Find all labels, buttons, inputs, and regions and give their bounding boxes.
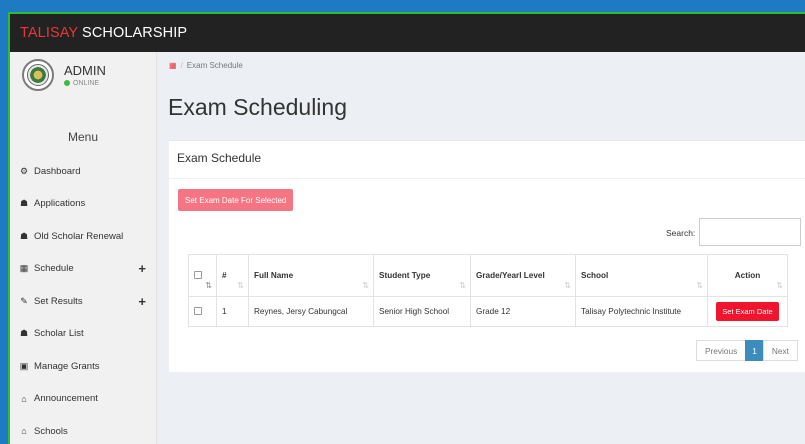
column-header-grade-level[interactable]: Grade/Yearl Level ⇅ [470, 254, 576, 297]
row-number: 1 [216, 296, 249, 327]
search-label: Search: [666, 228, 696, 238]
sidebar-item-label: Schools [34, 425, 68, 437]
box-title: Exam Schedule [177, 151, 262, 165]
sort-icon[interactable]: ⇅ [564, 281, 571, 290]
row-grade: Grade 12 [470, 296, 576, 327]
home-icon: ⌂ [21, 393, 27, 404]
row-action-cell: Set Exam Date [707, 296, 788, 327]
search-input[interactable] [699, 218, 801, 246]
money-icon: ▣ [19, 360, 29, 371]
seal-icon [27, 63, 49, 86]
sort-icon[interactable]: ⇅ [459, 281, 466, 290]
column-header-action[interactable]: Action ⇅ [707, 254, 788, 297]
row-select-cell [188, 296, 217, 327]
menu-header: Menu [67, 130, 99, 144]
sidebar-item-schools[interactable]: ⌂ Schools [10, 415, 156, 444]
row-checkbox[interactable] [194, 306, 202, 315]
column-header-school[interactable]: School ⇅ [575, 254, 708, 297]
online-dot-icon [64, 80, 70, 86]
user-name: ADMIN [64, 62, 106, 78]
top-navbar: TALISAY SCHOLARSHIP [10, 14, 805, 52]
plus-icon[interactable]: + [138, 261, 146, 276]
sort-icon[interactable]: ⇅ [205, 281, 212, 290]
row-school: Talisay Polytechnic Institute [575, 296, 708, 327]
sidebar-item-label: Applications [34, 198, 86, 210]
select-all-header[interactable]: ⇅ [188, 254, 217, 297]
set-exam-date-selected-button[interactable]: Set Exam Date For Selected [178, 189, 294, 211]
sidebar-item-label: Dashboard [34, 165, 81, 177]
sort-icon[interactable]: ⇅ [776, 281, 783, 290]
breadcrumb-current: Exam Schedule [186, 61, 243, 70]
users-icon: ☗ [19, 230, 29, 241]
page-title: Exam Scheduling [168, 94, 347, 120]
sidebar-item-dashboard[interactable]: ⚙ Dashboard [10, 155, 156, 188]
pagination-previous[interactable]: Previous [696, 340, 747, 361]
user-status: ONLINE [64, 80, 106, 87]
plus-icon[interactable]: + [138, 294, 146, 309]
breadcrumb: ▦ / Exam Schedule [169, 61, 243, 70]
table-header-row: ⇅ # ⇅ Full Name ⇅ Student Type ⇅ Grade/Year… [188, 254, 788, 297]
user-status-label: ONLINE [73, 79, 100, 87]
table-row: 1 Reynes, Jersy Cabungcal Senior High Sc… [188, 296, 788, 327]
sidebar: ADMIN ONLINE Menu ⚙ Dashboard ☗ Applicat… [10, 52, 157, 444]
sidebar-item-label: Announcement [34, 393, 98, 405]
pagination-next[interactable]: Next [762, 340, 798, 361]
sidebar-item-schedule[interactable]: ▦ Schedule + [10, 253, 156, 286]
column-header-student-type[interactable]: Student Type ⇅ [373, 254, 471, 297]
sidebar-item-manage-grants[interactable]: ▣ Manage Grants [10, 350, 156, 383]
dashboard-icon: ⚙ [19, 165, 29, 176]
sidebar-item-label: Set Results [34, 295, 83, 307]
row-full-name: Reynes, Jersy Cabungcal [248, 296, 374, 327]
select-all-checkbox[interactable] [194, 270, 202, 279]
sidebar-item-label: Scholar List [34, 328, 84, 340]
sort-icon[interactable]: ⇅ [696, 281, 703, 290]
sidebar-item-scholar-list[interactable]: ☗ Scholar List [10, 318, 156, 351]
brand-accent: TALISAY [20, 25, 78, 41]
user-info: ADMIN ONLINE [64, 63, 106, 87]
brand-logo[interactable]: TALISAY SCHOLARSHIP [20, 25, 187, 41]
sidebar-item-label: Schedule [34, 263, 74, 275]
divider [169, 178, 805, 179]
home-icon: ⌂ [21, 426, 27, 437]
users-icon: ☗ [19, 198, 29, 209]
calendar-icon[interactable]: ▦ [169, 61, 177, 70]
pagination-page-current[interactable]: 1 [745, 340, 764, 361]
app-window: TALISAY SCHOLARSHIP ADMIN ONLINE Menu ⚙ … [8, 12, 805, 444]
user-panel: ADMIN ONLINE [10, 52, 156, 97]
sort-icon[interactable]: ⇅ [362, 281, 369, 290]
sort-icon[interactable]: ⇅ [237, 281, 244, 290]
column-header-number[interactable]: # ⇅ [216, 254, 249, 297]
column-header-full-name[interactable]: Full Name ⇅ [248, 254, 374, 297]
avatar [22, 58, 54, 91]
sidebar-item-old-scholar-renewal[interactable]: ☗ Old Scholar Renewal [10, 220, 156, 253]
set-exam-date-button[interactable]: Set Exam Date [716, 302, 779, 321]
exam-schedule-table: ⇅ # ⇅ Full Name ⇅ Student Type ⇅ Grade/Year… [188, 254, 788, 327]
pencil-icon: ✎ [20, 295, 28, 306]
sidebar-item-label: Old Scholar Renewal [34, 230, 124, 242]
users-icon: ☗ [19, 328, 29, 339]
breadcrumb-separator: / [180, 61, 183, 70]
main-content: ▦ / Exam Schedule Exam Scheduling Exam S… [157, 52, 805, 444]
sidebar-item-applications[interactable]: ☗ Applications [10, 188, 156, 221]
pagination: Previous 1 Next [696, 340, 798, 361]
sidebar-item-label: Manage Grants [34, 360, 100, 372]
row-student-type: Senior High School [373, 296, 471, 327]
sidebar-item-announcement[interactable]: ⌂ Announcement [10, 383, 156, 416]
calendar-icon: ▦ [19, 263, 29, 274]
brand-rest: SCHOLARSHIP [77, 25, 188, 41]
sidebar-item-set-results[interactable]: ✎ Set Results + [10, 285, 156, 318]
exam-schedule-box: Exam Schedule Set Exam Date For Selected… [169, 140, 805, 372]
